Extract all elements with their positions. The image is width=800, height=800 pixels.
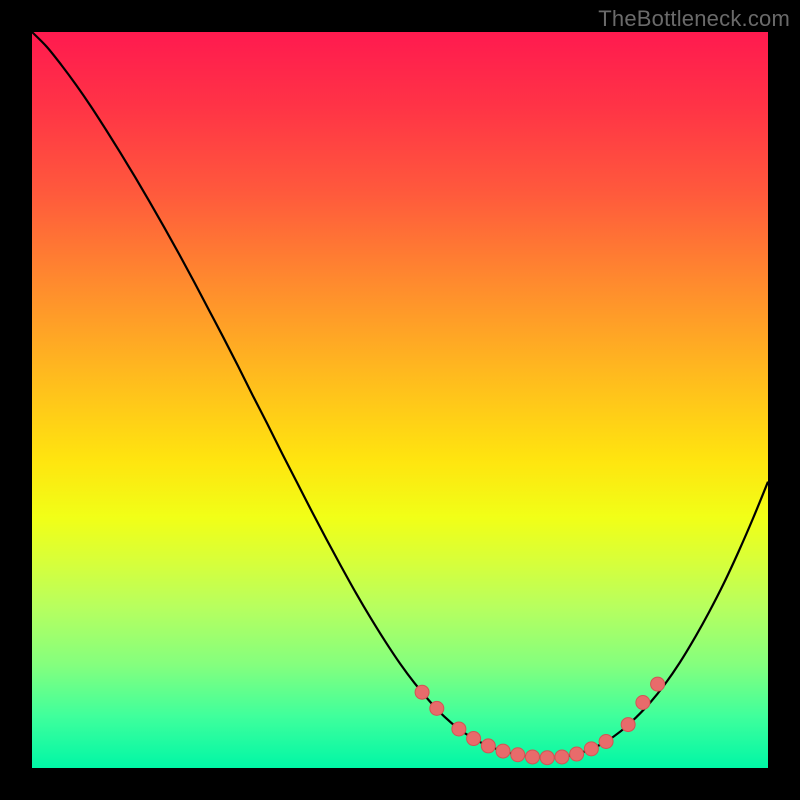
chart-container: TheBottleneck.com (0, 0, 800, 800)
curve-marker (651, 677, 665, 691)
attribution-text: TheBottleneck.com (598, 6, 790, 32)
curve-marker (540, 751, 554, 765)
plot-area (32, 32, 768, 768)
curve-marker (636, 696, 650, 710)
curve-marker (570, 747, 584, 761)
curve-marker (621, 718, 635, 732)
curve-marker (599, 735, 613, 749)
bottleneck-curve (32, 32, 768, 758)
curve-markers (415, 677, 665, 765)
curve-marker (511, 748, 525, 762)
chart-svg (32, 32, 768, 768)
curve-marker (555, 750, 569, 764)
curve-marker (481, 739, 495, 753)
curve-marker (452, 722, 466, 736)
curve-marker (584, 742, 598, 756)
curve-marker (467, 732, 481, 746)
curve-marker (415, 685, 429, 699)
curve-marker (430, 701, 444, 715)
curve-marker (525, 750, 539, 764)
curve-marker (496, 744, 510, 758)
